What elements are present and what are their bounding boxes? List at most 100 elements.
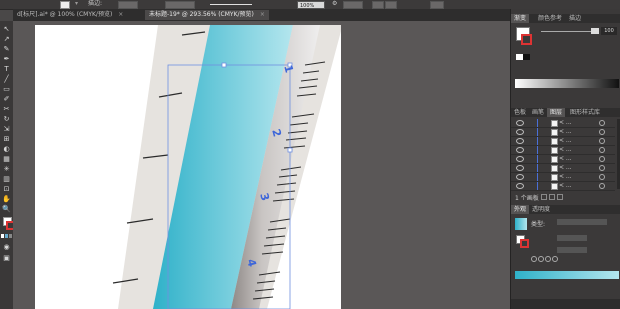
gradient-stop-icon[interactable] <box>552 256 558 262</box>
selection-handle[interactable] <box>221 62 227 68</box>
curvature-tool-icon[interactable]: ✒ <box>2 55 11 63</box>
gradient-stop-icon[interactable] <box>531 256 537 262</box>
eye-icon[interactable] <box>516 156 524 162</box>
layer-name[interactable]: < ... <box>559 119 572 126</box>
angle-field[interactable] <box>557 235 587 241</box>
tab-swatches[interactable]: 色板 <box>511 108 529 117</box>
mesh-tool-icon[interactable]: ▦ <box>2 155 11 163</box>
rectangle-tool-icon[interactable]: ▭ <box>2 85 11 93</box>
target-icon[interactable] <box>599 165 605 171</box>
none-mode-icon[interactable] <box>9 234 12 238</box>
appearance-gradient-preview[interactable] <box>515 218 527 230</box>
tab-graphic-styles[interactable]: 图形样式库 <box>567 108 603 117</box>
scissors-tool-icon[interactable]: ✂ <box>2 105 11 113</box>
tab-appearance[interactable]: 外观 <box>511 205 530 214</box>
hand-tool-icon[interactable]: ✋ <box>2 195 11 203</box>
layer-row[interactable]: < ... <box>511 137 615 146</box>
draw-mode-icon[interactable]: ◉ <box>2 243 11 251</box>
eye-icon[interactable] <box>516 183 524 189</box>
target-icon[interactable] <box>599 156 605 162</box>
tab-layers[interactable]: 图层 <box>547 108 566 117</box>
target-icon[interactable] <box>599 129 605 135</box>
gradient-stop-icon[interactable] <box>538 256 544 262</box>
target-icon[interactable] <box>599 147 605 153</box>
style-icon[interactable]: ⚙ <box>332 0 337 8</box>
tab-biaochi[interactable]: d[标尺].ai* @ 100% (CMYK/预览) × <box>13 10 127 20</box>
gradient-ramp[interactable] <box>515 79 619 88</box>
eye-icon[interactable] <box>516 147 524 153</box>
layer-row[interactable]: < ... <box>511 173 615 182</box>
fill-swatch[interactable] <box>60 1 70 9</box>
layer-row[interactable]: < ... <box>511 155 615 164</box>
line-tool-icon[interactable]: ╱ <box>2 75 11 83</box>
screen-mode-icon[interactable]: ▣ <box>2 254 11 262</box>
direct-selection-tool-icon[interactable]: ↗ <box>2 35 11 43</box>
color-mode-icon[interactable] <box>1 234 4 238</box>
stroke-thumbnail-icon[interactable] <box>520 239 529 248</box>
tab-untitled-19[interactable]: 未标题-19* @ 293.56% (CMYK/预览) × <box>145 10 269 20</box>
pencil-tool-icon[interactable]: ✐ <box>2 95 11 103</box>
ruler-artwork[interactable]: 1 2 3 4 <box>35 25 341 309</box>
aspect-field[interactable] <box>557 247 587 253</box>
gradient-angle-field[interactable] <box>591 28 599 34</box>
layer-row[interactable]: < ... <box>511 128 615 137</box>
layer-name[interactable]: < ... <box>559 173 572 180</box>
layer-row[interactable]: < ... <box>511 182 615 191</box>
gradient-value[interactable]: 100 <box>601 27 617 35</box>
layer-name[interactable]: < ... <box>559 146 572 153</box>
target-icon[interactable] <box>599 138 605 144</box>
layer-row[interactable]: < ... <box>511 119 615 128</box>
layer-name[interactable]: < ... <box>559 155 572 162</box>
fill-dropdown-icon[interactable]: ▾ <box>75 0 78 8</box>
target-icon[interactable] <box>599 183 605 189</box>
type-tool-icon[interactable]: T <box>2 65 11 73</box>
variable-width-profile[interactable] <box>165 1 195 9</box>
blend-tool-icon[interactable]: ◐ <box>2 145 11 153</box>
selection-tool-icon[interactable]: ↖ <box>2 25 11 33</box>
zoom-tool-icon[interactable]: 🔍 <box>2 205 11 213</box>
layer-name[interactable]: < ... <box>559 137 572 144</box>
graph-tool-icon[interactable]: ▥ <box>2 175 11 183</box>
tab-color-guide[interactable]: 颜色参考 <box>535 14 565 23</box>
arrange-button[interactable] <box>430 1 444 9</box>
tab-stroke[interactable]: 描边 <box>566 14 584 23</box>
gradient-slider-track[interactable] <box>541 31 591 32</box>
locate-object-icon[interactable] <box>541 194 547 200</box>
target-icon[interactable] <box>599 174 605 180</box>
opacity-field[interactable]: 100% <box>297 1 325 9</box>
stroke-weight-field[interactable] <box>118 1 138 9</box>
artboard[interactable]: 1 2 3 4 <box>35 25 341 309</box>
scale-tool-icon[interactable]: ⇲ <box>2 125 11 133</box>
canvas-area[interactable]: 1 2 3 4 <box>13 21 510 309</box>
align-button[interactable] <box>372 1 384 9</box>
tab-transparency[interactable]: 透明度 <box>529 205 553 214</box>
close-icon[interactable]: × <box>118 11 123 18</box>
new-layer-icon[interactable] <box>549 194 555 200</box>
eye-icon[interactable] <box>516 120 524 126</box>
target-icon[interactable] <box>599 120 605 126</box>
swatch-black[interactable] <box>523 54 530 60</box>
stroke-profile-line[interactable] <box>210 4 252 5</box>
layer-name[interactable]: < ... <box>559 128 572 135</box>
symbol-sprayer-tool-icon[interactable]: ✳ <box>2 165 11 173</box>
pen-tool-icon[interactable]: ✎ <box>2 45 11 53</box>
type-dropdown[interactable] <box>557 219 607 225</box>
eye-icon[interactable] <box>516 138 524 144</box>
selection-handle[interactable] <box>287 147 293 153</box>
eye-icon[interactable] <box>516 174 524 180</box>
tab-gradient[interactable]: 渐变 <box>511 14 530 23</box>
style-picker[interactable] <box>343 1 363 9</box>
shape-builder-tool-icon[interactable]: ⊞ <box>2 135 11 143</box>
layer-name[interactable]: < ... <box>559 182 572 189</box>
layer-row[interactable]: < ... <box>511 146 615 155</box>
gradient-stop-icon[interactable] <box>545 256 551 262</box>
tab-brushes[interactable]: 画笔 <box>529 108 547 117</box>
eye-icon[interactable] <box>516 129 524 135</box>
layer-row[interactable]: < ... <box>511 164 615 173</box>
layer-name[interactable]: < ... <box>559 164 572 171</box>
close-icon[interactable]: × <box>260 11 265 18</box>
artboard-tool-icon[interactable]: ⊡ <box>2 185 11 193</box>
stroke-thumbnail-icon[interactable] <box>521 34 532 45</box>
gradient-mode-icon[interactable] <box>5 234 8 238</box>
rotate-tool-icon[interactable]: ↻ <box>2 115 11 123</box>
